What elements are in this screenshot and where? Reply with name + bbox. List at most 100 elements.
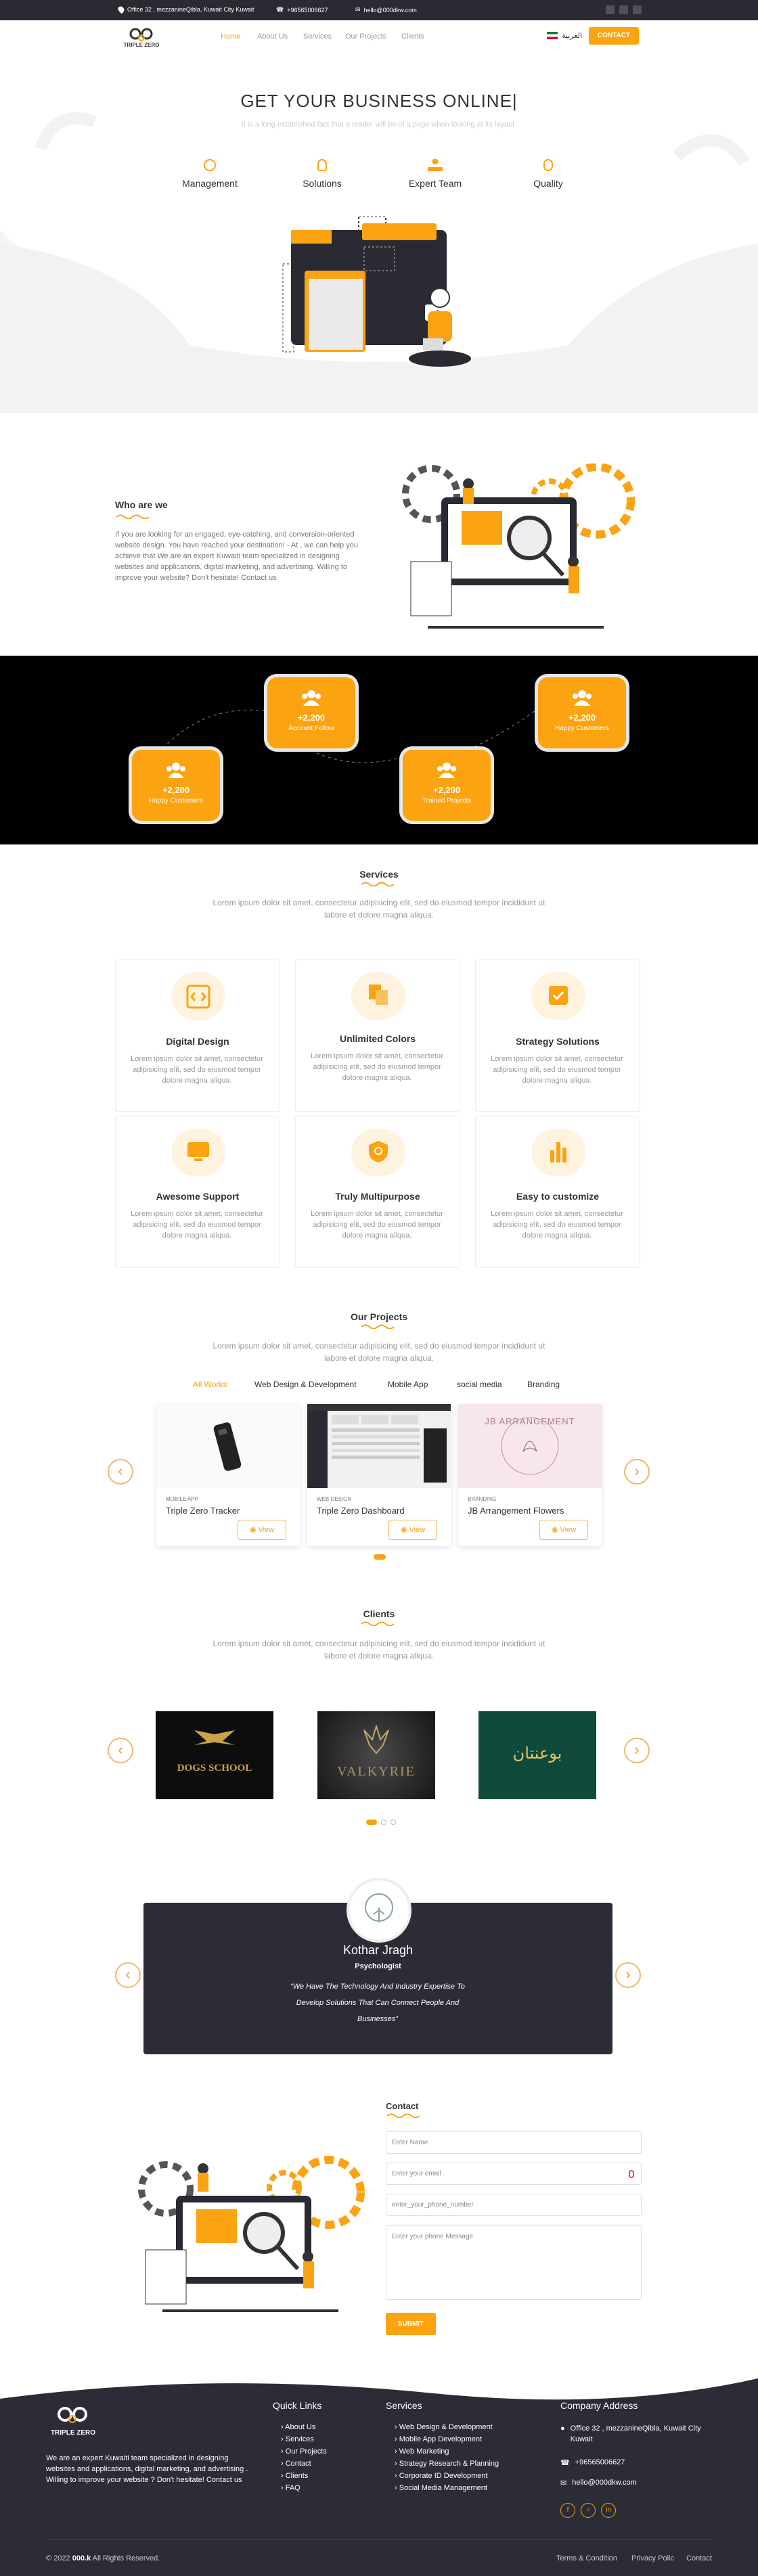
about-section: Who are we If you are looking for an eng… — [115, 499, 372, 583]
topbar-email[interactable]: ✉ hello@000dkw.com — [355, 6, 417, 14]
name-input[interactable]: Enter Name — [386, 2131, 642, 2154]
facebook-icon[interactable]: f — [560, 2503, 575, 2518]
filter-all-works[interactable]: All Works — [193, 1380, 227, 1389]
filter-branding[interactable]: Branding — [527, 1380, 560, 1389]
nav-home[interactable]: Home — [221, 32, 240, 41]
phone-input[interactable]: enter_your_phone_number — [386, 2194, 642, 2216]
projects-title: Our Projects — [350, 1311, 408, 1322]
footer-link[interactable]: › Web Design & Development — [395, 2423, 499, 2431]
linkedin-icon[interactable]: in — [601, 2503, 616, 2518]
footer-quick-title: Quick Links — [273, 2400, 322, 2411]
terms-link[interactable]: Terms & Condition — [556, 2554, 617, 2562]
privacy-link[interactable]: Privacy Polic — [631, 2554, 674, 2562]
linkedin-icon[interactable] — [633, 5, 642, 14]
footer-link[interactable]: › Corporate ID Development — [395, 2472, 499, 2480]
eye-icon: ◉ — [249, 1526, 257, 1534]
clients-prev-arrow[interactable]: ‹ — [108, 1738, 133, 1763]
testimonial-role: Psychologist — [355, 1962, 401, 1970]
feature-solutions: Solutions — [282, 159, 363, 189]
services-subtitle: Lorem ipsum dolor sit amet, consectetur … — [213, 898, 545, 920]
lightbulb-icon — [317, 159, 327, 171]
footer-email[interactable]: ✉ hello@000dkw.com — [560, 2479, 637, 2487]
instagram-icon[interactable] — [619, 5, 628, 14]
project-thumbnail — [156, 1404, 300, 1488]
projects-pager-dot[interactable] — [374, 1554, 386, 1560]
service-card: Strategy Solutions Lorem ipsum dolor sit… — [475, 959, 640, 1112]
instagram-icon[interactable]: ○ — [581, 2503, 596, 2518]
client-logo: VALKYRIE — [317, 1711, 435, 1799]
filter-social-media[interactable]: social media — [457, 1380, 502, 1389]
project-card[interactable]: WEB DESIGN Triple Zero Dashboard ◉ View — [307, 1404, 451, 1546]
tracker-device-image — [213, 1422, 242, 1471]
message-textarea[interactable]: Enter your phone Message — [386, 2225, 642, 2300]
footer-link[interactable]: › Contact — [281, 2460, 327, 2468]
squiggle-divider-icon — [116, 514, 150, 520]
footer-link[interactable]: › Web Marketing — [395, 2447, 499, 2456]
footer-address-title: Company Address — [560, 2400, 638, 2411]
testimonial-name: Kothar Jragh — [342, 1943, 414, 1957]
footer-link[interactable]: › Services — [281, 2435, 327, 2443]
contact-button[interactable]: CONTACT — [589, 27, 639, 45]
bar-chart-icon — [550, 1142, 566, 1162]
project-card[interactable]: MOBILE APP Triple Zero Tracker ◉ View — [156, 1404, 300, 1546]
about-title: Who are we — [115, 499, 168, 510]
contact-title: Contact — [386, 2101, 419, 2111]
valkyrie-emblem-icon — [363, 1725, 389, 1755]
pager-dot-active[interactable] — [366, 1820, 377, 1825]
hero-illustration: </> — [282, 217, 471, 367]
stat-card: +2,200 Happy Customers — [538, 677, 626, 748]
project-card[interactable]: JB ARRANGEMENT BRANDING JB Arrangement F… — [458, 1404, 602, 1546]
eye-icon: ◉ — [400, 1526, 407, 1534]
client-logo: بوعنتان — [478, 1711, 596, 1799]
nav-services[interactable]: Services — [303, 32, 332, 41]
topbar-phone[interactable]: ☎ +96565006627 — [276, 6, 328, 14]
view-project-button[interactable]: ◉ View — [539, 1520, 588, 1540]
clients-next-arrow[interactable]: › — [624, 1738, 650, 1763]
service-card: Truly Multipurpose Lorem ipsum dolor sit… — [295, 1116, 460, 1268]
view-project-button[interactable]: ◉ View — [238, 1520, 286, 1540]
code-icon — [186, 985, 210, 1009]
nav-clients[interactable]: Clients — [401, 32, 424, 41]
view-project-button[interactable]: ◉ View — [388, 1520, 437, 1540]
projects-prev-arrow[interactable]: ‹ — [108, 1459, 133, 1485]
filter-web-design[interactable]: Web Design & Development — [254, 1380, 357, 1389]
services-title: Services — [359, 869, 399, 880]
hero-title: GET YOUR BUSINESS ONLINE| — [240, 91, 518, 111]
about-text: If you are looking for an engaged, eye-c… — [115, 530, 358, 582]
projects-subtitle: Lorem ipsum dolor sit amet, consectetur … — [213, 1341, 545, 1363]
footer-phone[interactable]: ☎ +96565006627 — [560, 2458, 625, 2467]
about-illustration — [402, 464, 635, 629]
footer-link[interactable]: › Clients — [281, 2472, 327, 2480]
footer-about: We are an expert Kuwaiti team specialize… — [46, 2454, 248, 2484]
tree-emblem-icon — [365, 1893, 393, 1922]
projects-next-arrow[interactable]: › — [624, 1459, 650, 1485]
footer-link[interactable]: › Mobile App Development — [395, 2435, 499, 2443]
footer-link[interactable]: › FAQ — [281, 2484, 327, 2492]
footer-link[interactable]: › Our Projects — [281, 2447, 327, 2456]
footer-social: f ○ in — [560, 2503, 616, 2518]
testimonial-prev-arrow[interactable]: ‹ — [115, 1962, 141, 1988]
submit-button[interactable]: SUBMIT — [386, 2313, 436, 2335]
squiggle-divider-icon — [386, 2113, 420, 2118]
testimonial-next-arrow[interactable]: › — [615, 1962, 641, 1988]
language-switch[interactable]: العربية — [547, 31, 582, 40]
footer-link[interactable]: › Strategy Research & Planning — [395, 2460, 499, 2468]
users-icon — [437, 762, 456, 778]
site-logo[interactable]: TRIPLE ZERO — [119, 24, 164, 51]
wing-emblem-icon — [194, 1730, 235, 1745]
location-pin-icon — [116, 5, 126, 14]
squiggle-divider-icon — [361, 1621, 395, 1626]
email-input[interactable]: Enter your email — [386, 2163, 642, 2185]
alarm-clock-icon — [204, 159, 216, 171]
footer-link[interactable]: › About Us — [281, 2423, 327, 2431]
nav-projects[interactable]: Our Projects — [345, 32, 386, 41]
footer-link[interactable]: › Social Media Management — [395, 2484, 499, 2492]
nav-about[interactable]: About Us — [257, 32, 288, 41]
facebook-icon[interactable] — [606, 5, 615, 14]
footer-contact-link[interactable]: Contact — [686, 2554, 712, 2562]
footer-logo[interactable]: TRIPLE ZERO — [46, 2403, 100, 2437]
pager-dot[interactable] — [391, 1820, 396, 1825]
clients-title: Clients — [363, 1608, 395, 1619]
filter-mobile-app[interactable]: Mobile App — [388, 1380, 428, 1389]
pager-dot[interactable] — [381, 1820, 386, 1825]
